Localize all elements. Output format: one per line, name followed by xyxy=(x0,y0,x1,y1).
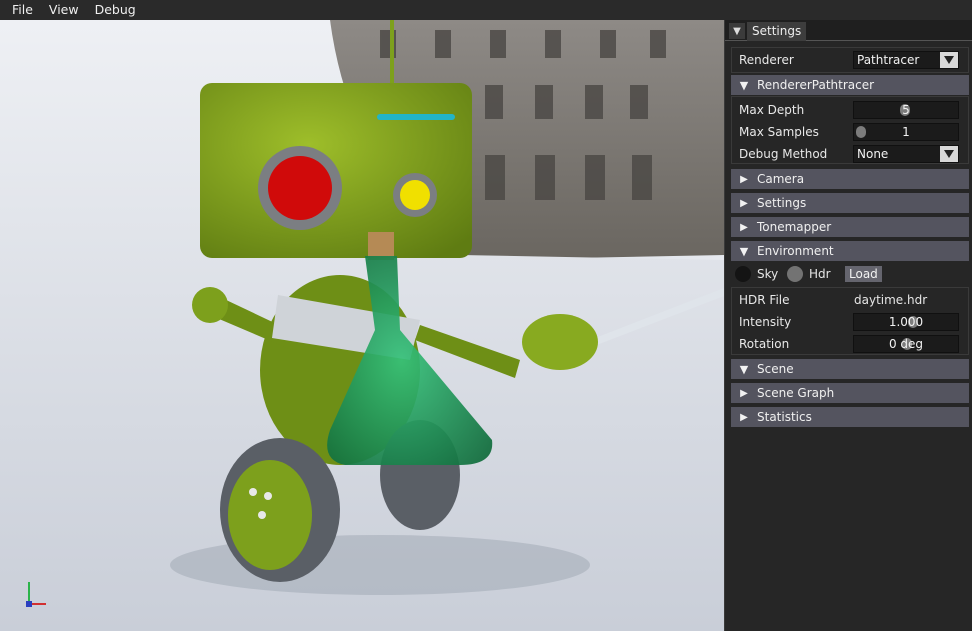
max-samples-label: Max Samples xyxy=(739,125,819,139)
radio-dot[interactable] xyxy=(787,266,803,282)
menu-debug[interactable]: Debug xyxy=(87,0,144,20)
menu-view[interactable]: View xyxy=(41,0,87,20)
settings-panel: ▼ Settings Renderer Pathtracer ▼ Rendere… xyxy=(724,20,972,631)
chevron-down-icon[interactable] xyxy=(940,146,958,162)
debug-method-label: Debug Method xyxy=(739,147,828,161)
triangle-right-icon: ▶ xyxy=(740,221,748,233)
triangle-right-icon: ▶ xyxy=(740,387,748,399)
debug-method-combo[interactable]: None xyxy=(853,145,959,163)
header-renderer-pathtracer-label: RendererPathtracer xyxy=(757,78,875,92)
hdr-file-value: daytime.hdr xyxy=(854,293,928,307)
header-statistics[interactable]: ▶ Statistics xyxy=(731,407,969,427)
header-tonemapper[interactable]: ▶ Tonemapper xyxy=(731,217,969,237)
header-settings-label: Settings xyxy=(757,196,807,210)
triangle-right-icon: ▶ xyxy=(740,411,748,423)
max-samples-row: Max Samples 1 xyxy=(733,121,967,143)
header-environment[interactable]: ▼ Environment xyxy=(731,241,969,261)
header-renderer-pathtracer[interactable]: ▼ RendererPathtracer xyxy=(731,75,969,95)
header-scene-label: Scene xyxy=(757,362,794,376)
rotation-slider[interactable]: 0 deg xyxy=(853,335,959,353)
header-scene[interactable]: ▼ Scene xyxy=(731,359,969,379)
renderer-combo[interactable]: Pathtracer xyxy=(853,51,959,69)
hdr-file-label: HDR File xyxy=(739,293,790,307)
triangle-down-icon: ▼ xyxy=(739,244,749,258)
intensity-value: 1.000 xyxy=(888,315,924,329)
radio-dot[interactable] xyxy=(735,266,751,282)
environment-source-row: Sky Hdr Load xyxy=(733,263,967,285)
rotation-value: 0 deg xyxy=(888,337,924,351)
debug-method-row: Debug Method None xyxy=(733,143,967,165)
chevron-down-icon[interactable] xyxy=(940,52,958,68)
renderer-label: Renderer xyxy=(739,53,794,67)
rotation-row: Rotation 0 deg xyxy=(733,333,967,355)
header-camera[interactable]: ▶ Camera xyxy=(731,169,969,189)
triangle-right-icon: ▶ xyxy=(740,173,748,185)
debug-method-value: None xyxy=(857,147,889,161)
triangle-down-icon: ▼ xyxy=(739,78,749,92)
triangle-down-icon: ▼ xyxy=(739,362,749,376)
hdr-file-row: HDR File daytime.hdr xyxy=(733,289,967,311)
max-samples-slider[interactable]: 1 xyxy=(853,123,959,141)
intensity-row: Intensity 1.000 xyxy=(733,311,967,333)
radio-hdr[interactable]: Hdr xyxy=(787,266,831,282)
header-scene-graph-label: Scene Graph xyxy=(757,386,835,400)
header-camera-label: Camera xyxy=(757,172,805,186)
tab-settings[interactable]: Settings xyxy=(747,22,807,41)
render-viewport[interactable] xyxy=(0,20,724,631)
intensity-label: Intensity xyxy=(739,315,792,329)
renderer-row: Renderer Pathtracer xyxy=(733,49,967,71)
header-statistics-label: Statistics xyxy=(757,410,812,424)
slider-grab[interactable] xyxy=(856,126,866,138)
intensity-slider[interactable]: 1.000 xyxy=(853,313,959,331)
rendered-scene xyxy=(0,20,724,631)
radio-hdr-label: Hdr xyxy=(809,267,831,281)
max-depth-label: Max Depth xyxy=(739,103,805,117)
max-depth-slider[interactable]: 5 xyxy=(853,101,959,119)
header-tonemapper-label: Tonemapper xyxy=(757,220,832,234)
radio-sky[interactable]: Sky xyxy=(735,266,778,282)
rotation-label: Rotation xyxy=(739,337,790,351)
max-depth-row: Max Depth 5 xyxy=(733,99,967,121)
collapse-triangle-icon[interactable]: ▼ xyxy=(729,23,745,39)
triangle-right-icon: ▶ xyxy=(740,197,748,209)
menu-bar: File View Debug xyxy=(0,0,972,20)
load-button[interactable]: Load xyxy=(845,266,882,282)
header-environment-label: Environment xyxy=(757,244,834,258)
max-samples-value: 1 xyxy=(902,125,910,139)
menu-file[interactable]: File xyxy=(4,0,41,20)
max-depth-value: 5 xyxy=(902,103,910,117)
header-scene-graph[interactable]: ▶ Scene Graph xyxy=(731,383,969,403)
panel-tab-bar: ▼ Settings xyxy=(725,20,972,41)
radio-sky-label: Sky xyxy=(757,267,779,281)
header-settings[interactable]: ▶ Settings xyxy=(731,193,969,213)
renderer-value: Pathtracer xyxy=(857,53,920,67)
